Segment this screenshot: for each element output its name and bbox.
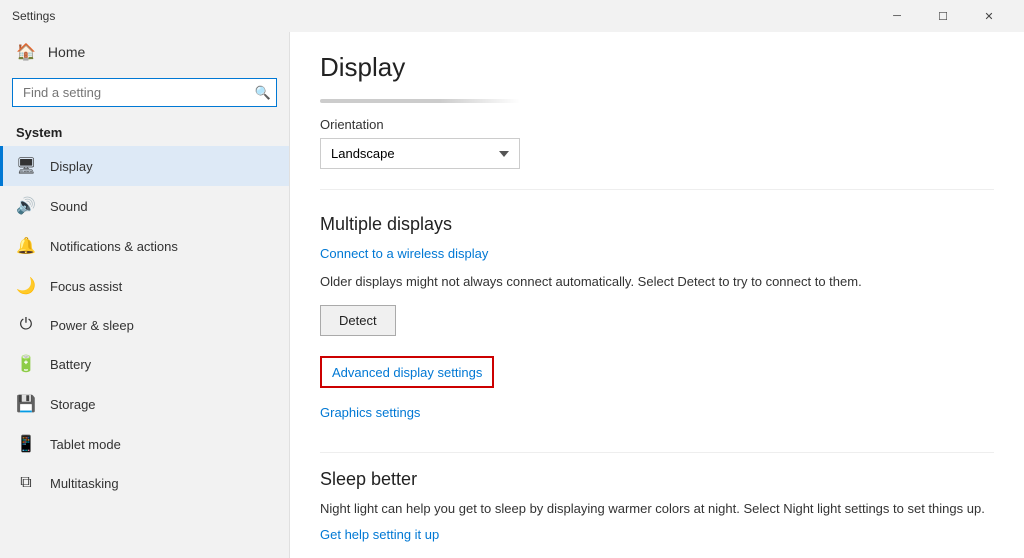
power-icon: ⏻ xyxy=(16,316,36,334)
sidebar-item-tablet[interactable]: 📱 Tablet mode xyxy=(0,424,289,464)
orientation-select-container: Landscape Portrait Landscape (flipped) P… xyxy=(320,138,520,169)
search-box: 🔍 xyxy=(12,78,277,107)
orientation-select[interactable]: Landscape Portrait Landscape (flipped) P… xyxy=(320,138,520,169)
orientation-section: Orientation Landscape Portrait Landscape… xyxy=(320,117,994,190)
orientation-label: Orientation xyxy=(320,117,520,132)
sidebar-item-focus[interactable]: 🌙 Focus assist xyxy=(0,266,289,306)
advanced-display-settings-container: Advanced display settings xyxy=(320,356,494,388)
graphics-settings-container: Graphics settings xyxy=(320,404,994,432)
sidebar-item-power[interactable]: ⏻ Power & sleep xyxy=(0,306,289,344)
app-title: Settings xyxy=(12,9,874,23)
older-displays-text: Older displays might not always connect … xyxy=(320,273,994,291)
tablet-icon: 📱 xyxy=(16,434,36,454)
home-label: Home xyxy=(48,44,85,60)
sleep-description: Night light can help you get to sleep by… xyxy=(320,500,994,518)
home-icon: 🏠 xyxy=(16,42,36,62)
sidebar-item-sound[interactable]: 🔊 Sound xyxy=(0,186,289,226)
night-light-link[interactable]: Get help setting it up xyxy=(320,527,439,542)
main-content: Display Orientation Landscape Portrait L… xyxy=(290,32,1024,558)
graphics-settings-link[interactable]: Graphics settings xyxy=(320,405,420,420)
multiple-displays-title: Multiple displays xyxy=(320,214,994,235)
maximize-button[interactable]: ☐ xyxy=(920,0,966,32)
multitasking-icon: ⧉ xyxy=(16,474,36,492)
close-button[interactable]: ✕ xyxy=(966,0,1012,32)
notifications-icon: 🔔 xyxy=(16,236,36,256)
sidebar-item-notifications[interactable]: 🔔 Notifications & actions xyxy=(0,226,289,266)
wireless-display-link[interactable]: Connect to a wireless display xyxy=(320,246,488,261)
sidebar: 🏠 Home 🔍 System 🖥 Display 🔊 Sound 🔔 Noti… xyxy=(0,32,290,558)
sidebar-item-home[interactable]: 🏠 Home xyxy=(0,32,289,72)
detect-button[interactable]: Detect xyxy=(320,305,396,336)
storage-icon: 💾 xyxy=(16,394,36,414)
titlebar: Settings ─ ☐ ✕ xyxy=(0,0,1024,32)
search-input[interactable] xyxy=(12,78,277,107)
sidebar-section-title: System xyxy=(0,117,289,146)
sidebar-item-display-label: Display xyxy=(50,159,93,174)
sidebar-item-multitasking-label: Multitasking xyxy=(50,476,119,491)
sidebar-item-focus-label: Focus assist xyxy=(50,279,122,294)
sidebar-item-power-label: Power & sleep xyxy=(50,318,134,333)
sidebar-item-multitasking[interactable]: ⧉ Multitasking xyxy=(0,464,289,502)
sleep-section: Sleep better Night light can help you ge… xyxy=(320,452,994,554)
sidebar-item-sound-label: Sound xyxy=(50,199,88,214)
sidebar-item-battery-label: Battery xyxy=(50,357,91,372)
battery-icon: 🔋 xyxy=(16,354,36,374)
focus-icon: 🌙 xyxy=(16,276,36,296)
sidebar-item-storage-label: Storage xyxy=(50,397,96,412)
sound-icon: 🔊 xyxy=(16,196,36,216)
brightness-slider-indicator xyxy=(320,99,520,103)
app-container: 🏠 Home 🔍 System 🖥 Display 🔊 Sound 🔔 Noti… xyxy=(0,32,1024,558)
sidebar-item-tablet-label: Tablet mode xyxy=(50,437,121,452)
sleep-better-title: Sleep better xyxy=(320,469,994,490)
advanced-display-settings-link[interactable]: Advanced display settings xyxy=(332,365,482,380)
sidebar-item-storage[interactable]: 💾 Storage xyxy=(0,384,289,424)
search-icon: 🔍 xyxy=(255,85,271,101)
sidebar-item-display[interactable]: 🖥 Display xyxy=(0,146,289,186)
page-title: Display xyxy=(320,52,994,83)
sidebar-item-battery[interactable]: 🔋 Battery xyxy=(0,344,289,384)
window-controls: ─ ☐ ✕ xyxy=(874,0,1012,32)
minimize-button[interactable]: ─ xyxy=(874,0,920,32)
display-icon: 🖥 xyxy=(16,156,36,176)
sidebar-item-notifications-label: Notifications & actions xyxy=(50,239,178,254)
